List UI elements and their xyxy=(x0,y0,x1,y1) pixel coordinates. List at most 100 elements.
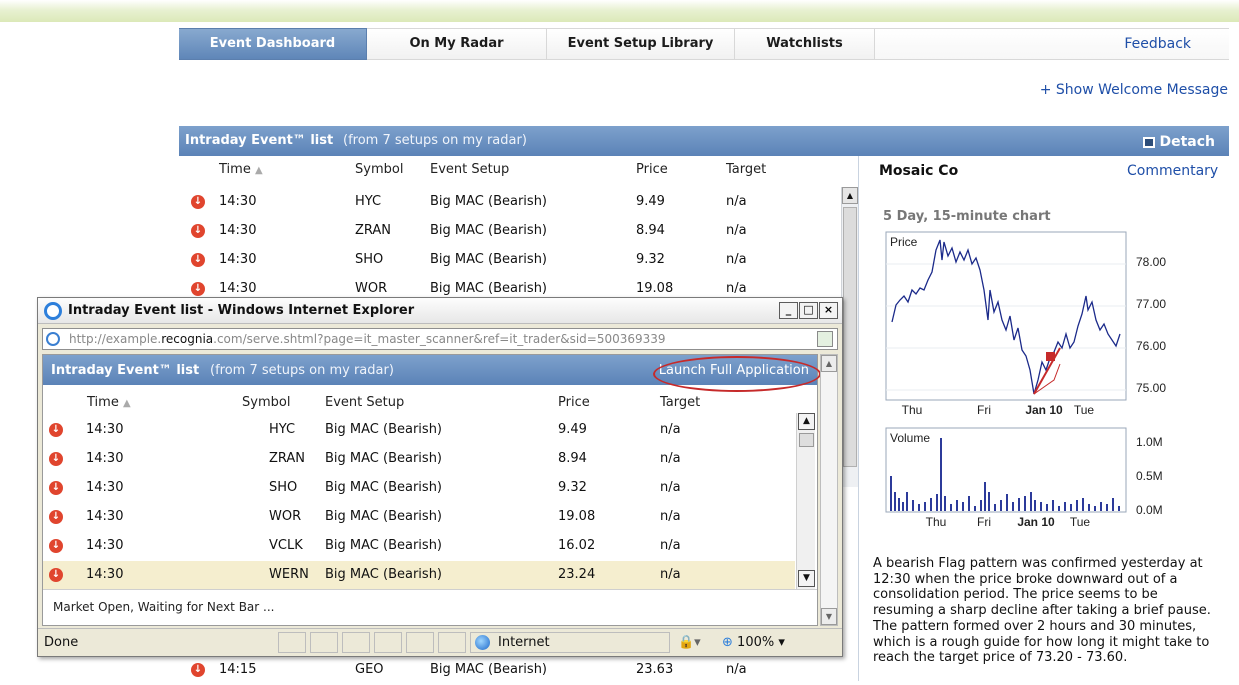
day-label: Jan 10 xyxy=(1025,403,1063,417)
day-label: Thu xyxy=(926,515,947,529)
volume-tick: 0.0M xyxy=(1136,503,1163,517)
bearish-arrow-icon: ↓ xyxy=(191,195,205,209)
bearish-arrow-icon: ↓ xyxy=(49,510,63,524)
tab-on-my-radar[interactable]: On My Radar xyxy=(367,28,547,60)
url-host: recognia xyxy=(161,332,214,346)
row-symbol: HYC xyxy=(269,422,296,437)
pattern-marker xyxy=(1046,352,1055,361)
ie-logo-icon xyxy=(44,302,62,320)
detach-button[interactable]: Detach xyxy=(1143,134,1215,150)
feedback-link[interactable]: Feedback xyxy=(1124,36,1191,52)
row-setup: Big MAC (Bearish) xyxy=(325,538,442,553)
tab-event-dashboard[interactable]: Event Dashboard xyxy=(179,28,367,60)
address-url: http://example.recognia.com/serve.shtml?… xyxy=(69,332,666,346)
zoom-level: 100% xyxy=(737,635,775,650)
row-price: 9.49 xyxy=(636,194,665,209)
row-setup: Big MAC (Bearish) xyxy=(325,422,442,437)
col-event-setup[interactable]: Event Setup xyxy=(325,395,404,410)
window-title: Intraday Event list - Windows Internet E… xyxy=(68,303,415,318)
url-suffix: .com/serve.shtml?page=it_master_scanner&… xyxy=(213,332,666,346)
lock-icon[interactable]: 🔒▾ xyxy=(678,635,701,650)
day-label: Thu xyxy=(902,403,923,417)
bearish-arrow-icon: ↓ xyxy=(49,568,63,582)
compatibility-icon[interactable] xyxy=(817,331,833,347)
tab-watchlists[interactable]: Watchlists xyxy=(735,28,875,60)
col-target[interactable]: Target xyxy=(726,162,766,177)
col-target[interactable]: Target xyxy=(660,395,700,410)
table-row-selected[interactable]: ↓ 14:30 WERN Big MAC (Bearish) 23.24 n/a xyxy=(43,561,795,590)
close-icon[interactable]: × xyxy=(819,302,838,319)
table-row[interactable]: ↓ 14:30 ZRAN Big MAC (Bearish) 8.94 n/a xyxy=(43,445,795,474)
minimize-icon[interactable]: _ xyxy=(779,302,798,319)
row-target: n/a xyxy=(726,662,747,677)
scroll-thumb[interactable] xyxy=(799,433,814,447)
row-target: n/a xyxy=(660,422,681,437)
row-target: n/a xyxy=(660,538,681,553)
top-banner xyxy=(0,0,1239,22)
address-bar[interactable]: http://example.recognia.com/serve.shtml?… xyxy=(42,328,838,350)
row-target: n/a xyxy=(726,281,747,296)
table-row[interactable]: ↓ 14:30 ZRAN Big MAC (Bearish) 8.94 n/a xyxy=(179,217,839,246)
col-price[interactable]: Price xyxy=(558,395,590,410)
sort-icon: ▲ xyxy=(254,165,263,176)
col-time[interactable]: Time ▲ xyxy=(219,162,263,177)
price-tick: 76.00 xyxy=(1136,339,1166,353)
page-icon xyxy=(46,332,60,346)
intraday-event-panel-header: Intraday Event™ list (from 7 setups on m… xyxy=(179,126,1229,156)
col-symbol[interactable]: Symbol xyxy=(242,395,290,410)
table-row[interactable]: ↓ 14:30 HYC Big MAC (Bearish) 9.49 n/a xyxy=(179,188,839,217)
window-title-bar[interactable]: Intraday Event list - Windows Internet E… xyxy=(38,298,842,324)
col-time[interactable]: Time ▲ xyxy=(87,395,131,410)
row-setup: Big MAC (Bearish) xyxy=(430,662,547,677)
maximize-icon[interactable]: □ xyxy=(799,302,818,319)
row-target: n/a xyxy=(660,567,681,582)
security-zone[interactable]: Internet xyxy=(470,632,670,653)
zoom-control[interactable]: ⊕ 100% ▾ xyxy=(722,635,785,650)
row-target: n/a xyxy=(660,480,681,495)
price-tick: 78.00 xyxy=(1136,255,1166,269)
scroll-up-icon[interactable]: ▲ xyxy=(842,187,858,204)
popup-page-scrollbar[interactable]: ▲ ▼ xyxy=(820,354,838,626)
day-label: Fri xyxy=(977,403,991,417)
scroll-up-icon[interactable]: ▲ xyxy=(821,355,837,372)
row-setup: Big MAC (Bearish) xyxy=(430,281,547,296)
scroll-down-icon[interactable]: ▼ xyxy=(821,608,837,625)
row-price: 8.94 xyxy=(558,451,587,466)
col-price[interactable]: Price xyxy=(636,162,668,177)
table-row[interactable]: ↓ 14:30 SHO Big MAC (Bearish) 9.32 n/a xyxy=(43,474,795,503)
panel-subtitle: (from 7 setups on my radar) xyxy=(343,133,527,148)
main-scrollbar[interactable]: ▲ xyxy=(841,187,858,487)
table-row[interactable]: ↓ 14:30 SHO Big MAC (Bearish) 9.32 n/a xyxy=(179,246,839,275)
scroll-up-icon[interactable]: ▲ xyxy=(798,413,815,430)
row-setup: Big MAC (Bearish) xyxy=(325,567,442,582)
table-row[interactable]: ↓ 14:30 HYC Big MAC (Bearish) 9.49 n/a xyxy=(43,416,795,445)
highlight-ellipse xyxy=(653,356,821,392)
row-symbol: HYC xyxy=(355,194,382,209)
row-setup: Big MAC (Bearish) xyxy=(325,451,442,466)
status-cell xyxy=(278,632,306,653)
bearish-arrow-icon: ↓ xyxy=(49,452,63,466)
row-price: 23.63 xyxy=(636,662,674,677)
status-cell xyxy=(310,632,338,653)
row-price: 9.32 xyxy=(636,252,665,267)
scroll-thumb[interactable] xyxy=(843,207,857,467)
col-event-setup[interactable]: Event Setup xyxy=(430,162,509,177)
popup-table-scrollbar[interactable]: ▲ ▼ xyxy=(796,413,815,589)
stock-chart[interactable]: Price 78.00 77.00 76.00 75.00 Thu Fri Ja… xyxy=(884,230,1184,536)
table-row[interactable]: ↓ 14:30 WOR Big MAC (Bearish) 19.08 n/a xyxy=(43,503,795,532)
url-prefix: http://example. xyxy=(69,332,162,346)
volume-tick: 0.5M xyxy=(1136,469,1163,483)
col-time-label: Time xyxy=(87,395,119,410)
sort-icon: ▲ xyxy=(122,398,131,409)
commentary-link[interactable]: Commentary xyxy=(1127,163,1218,179)
tab-event-setup-library[interactable]: Event Setup Library xyxy=(547,28,735,60)
col-symbol[interactable]: Symbol xyxy=(355,162,403,177)
show-welcome-link[interactable]: + Show Welcome Message xyxy=(1040,82,1228,98)
row-time: 14:15 xyxy=(219,662,257,677)
row-price: 23.24 xyxy=(558,567,596,582)
market-status-text: Market Open, Waiting for Next Bar ... xyxy=(53,600,275,614)
table-row[interactable]: ↓ 14:30 VCLK Big MAC (Bearish) 16.02 n/a xyxy=(43,532,795,561)
scroll-down-icon[interactable]: ▼ xyxy=(798,570,815,587)
detach-icon xyxy=(1143,136,1156,148)
row-target: n/a xyxy=(726,223,747,238)
